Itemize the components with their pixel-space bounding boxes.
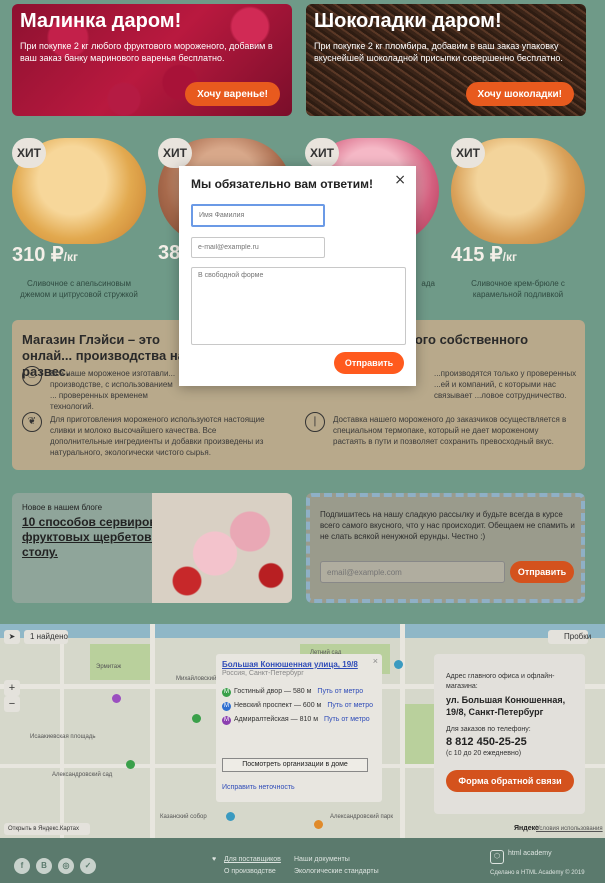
hit-badge: ХИТ <box>305 138 339 168</box>
address-balloon: Большая Конюшенная улица, 19/8 Россия, С… <box>216 654 382 802</box>
hit-badge: ХИТ <box>158 138 192 168</box>
about-title-right: ...ого собственного <box>404 332 529 347</box>
metro-row: M Гостиный двор — 580 м Путь от метро <box>222 688 364 697</box>
traffic-button[interactable]: Пробки <box>548 630 591 644</box>
metro-icon: M <box>222 716 231 725</box>
river <box>0 624 605 638</box>
htmlacademy-logo-icon: ⬡ <box>490 850 504 864</box>
footer-link[interactable]: Для поставщиков <box>224 856 281 863</box>
promo-raspberry: Малинка даром! При покупке 2 кг любого ф… <box>12 4 292 116</box>
facebook-icon[interactable]: f <box>14 858 30 874</box>
road <box>60 644 64 838</box>
poi-marker[interactable] <box>226 812 235 821</box>
vk-icon[interactable]: B <box>36 858 52 874</box>
product-desc: Сливочное крем-брюле с карамельной подли… <box>471 279 565 299</box>
zoom-in-button[interactable]: + <box>4 680 20 696</box>
metro-route-link[interactable]: Путь от метро <box>327 702 373 709</box>
poi-marker[interactable] <box>112 694 121 703</box>
metro-icon: M <box>222 688 231 697</box>
phone-label: Для заказов по телефону: <box>446 726 531 733</box>
want-chocolate-button[interactable]: Хочу шоколадки! <box>465 82 574 106</box>
contacts-card: Адрес главного офиса и офлайн-магазина: … <box>434 654 585 814</box>
modal-title: Мы обязательно вам ответим! <box>191 177 373 191</box>
zoom-out-button[interactable]: − <box>4 696 20 712</box>
subscribe-text: Подпишитесь на нашу сладкую рассылку и б… <box>320 510 575 541</box>
map-label: Казанский собор <box>160 814 207 820</box>
thermometer-icon: ❘ <box>305 412 325 432</box>
poi-marker[interactable] <box>192 714 201 723</box>
email-field[interactable] <box>191 237 325 258</box>
poi-marker[interactable] <box>126 760 135 769</box>
map-label: Александровский сад <box>52 772 113 778</box>
about-item: ...производятся только у проверенных ...… <box>434 369 577 400</box>
geolocation-icon[interactable]: ➤ <box>4 630 20 644</box>
metro-route-link[interactable]: Путь от метро <box>317 688 363 695</box>
hit-badge: ХИТ <box>12 138 46 168</box>
about-item: Все наше мороженое изготавли... производ… <box>50 369 176 411</box>
search-results-count[interactable]: 1 найдено <box>24 630 68 644</box>
submit-button[interactable]: Отправить <box>334 352 404 374</box>
office-address: ул. Большая Конюшенная, 19/8, Санкт-Пете… <box>446 695 566 717</box>
about-item: Доставка нашего мороженого до заказчиков… <box>333 415 567 446</box>
leaf-icon: ❦ <box>22 412 42 432</box>
blog-card[interactable]: Новое в нашем блоге 10 способов сервиров… <box>12 493 292 603</box>
poi-marker[interactable] <box>314 820 323 829</box>
metro-row: M Невский проспект — 600 м Путь от метро <box>222 702 374 711</box>
working-hours: (с 10 до 20 ежедневно) <box>446 750 522 757</box>
metro-icon: M <box>222 702 231 711</box>
footer: f B ◎ ✓ ♥ Для поставщиков О производстве… <box>0 838 605 883</box>
want-jam-button[interactable]: Хочу варенье! <box>185 82 280 106</box>
map[interactable]: Эрмитаж Михайловский сад Летний сад Исаа… <box>0 624 605 838</box>
promo-text: При покупке 2 кг любого фруктового морож… <box>20 41 273 63</box>
name-field[interactable] <box>191 204 325 227</box>
promo-title: Малинка даром! <box>20 10 182 32</box>
product-desc: Сливочное с апельсиновым джемом и цитрус… <box>20 279 138 299</box>
feedback-modal: Мы обязательно вам ответим! × Отправить <box>179 166 416 386</box>
subscribe-section: Подпишитесь на нашу сладкую рассылку и б… <box>306 493 585 603</box>
sherbet-image <box>152 493 292 603</box>
promo-chocolate: Шоколадки даром! При покупке 2 кг пломби… <box>306 4 586 116</box>
phone-number[interactable]: 8 812 450-25-25 <box>446 736 527 748</box>
office-label: Адрес главного офиса и офлайн-магазина: <box>446 673 555 690</box>
message-field[interactable] <box>191 267 406 345</box>
footer-link[interactable]: Наши документы <box>294 856 350 863</box>
heart-icon: ♥ <box>212 856 217 863</box>
copyright: Сделано в HTML Academy © 2019 <box>490 870 585 876</box>
subscribe-email-input[interactable] <box>320 561 505 583</box>
instagram-icon[interactable]: ◎ <box>58 858 74 874</box>
map-label: Эрмитаж <box>96 664 122 670</box>
road <box>150 624 155 838</box>
feedback-form-button[interactable]: Форма обратной связи <box>446 770 574 792</box>
promo-text: При покупке 2 кг пломбира, добавим в ваш… <box>314 41 563 63</box>
footer-link[interactable]: О производстве <box>224 868 276 875</box>
terms-link[interactable]: Условия использования <box>536 826 603 832</box>
hit-badge: ХИТ <box>451 138 485 168</box>
subscribe-button[interactable]: Отправить <box>510 561 574 583</box>
metro-route-link[interactable]: Путь от метро <box>324 716 370 723</box>
product-price: 415 ₽/кг <box>451 244 517 266</box>
metro-row: M Адмиралтейская — 810 м Путь от метро <box>222 716 370 725</box>
footer-link[interactable]: Экологические стандарты <box>294 868 379 875</box>
product-price: 310 ₽/кг <box>12 244 78 266</box>
balloon-subtitle: Россия, Санкт-Петербург <box>222 670 304 677</box>
balloon-title[interactable]: Большая Конюшенная улица, 19/8 <box>222 660 358 669</box>
ice-cream-icon: ♨ <box>22 366 42 386</box>
about-item: Для приготовления мороженого используютс… <box>50 415 265 457</box>
product-price: 38 <box>158 242 181 264</box>
blog-kicker: Новое в нашем блоге <box>22 503 103 512</box>
map-label: Александровский парк <box>330 814 394 820</box>
balloon-close-icon[interactable]: × <box>373 656 378 666</box>
promo-title: Шоколадки даром! <box>314 10 502 32</box>
map-label: Исаакиевская площадь <box>30 734 96 740</box>
close-icon[interactable]: × <box>394 172 406 188</box>
view-organizations-button[interactable]: Посмотреть организации в доме <box>222 758 368 772</box>
poi-marker[interactable] <box>394 660 403 669</box>
blog-post-link[interactable]: 10 способов сервировки фруктовых щербето… <box>22 515 172 560</box>
twitter-icon[interactable]: ✓ <box>80 858 96 874</box>
report-error-link[interactable]: Исправить неточность <box>222 784 295 791</box>
open-yandex-maps-link[interactable]: Открыть в Яндекс.Картах <box>4 823 90 835</box>
brand-name[interactable]: html academy <box>508 850 558 858</box>
park <box>405 704 435 764</box>
park <box>90 644 150 680</box>
